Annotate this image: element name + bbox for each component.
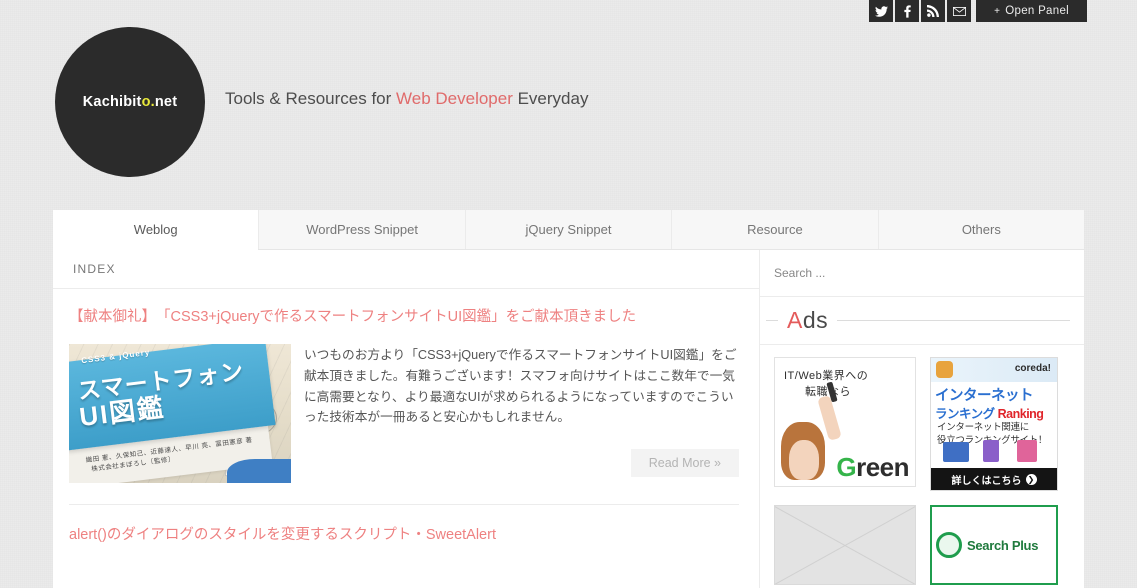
ads-rule-right [837,320,1070,321]
facebook-icon[interactable] [895,0,920,22]
coreda-badge-icon [936,361,953,378]
coreda-phone-icon [983,440,999,462]
logo-post: net [154,94,178,110]
ads-grid: IT/Web業界への 転職なら Green coreda! インターネット ラン… [760,345,1084,585]
open-panel-button[interactable]: + Open Panel [976,0,1087,22]
tagline-post: Everyday [512,89,589,108]
ads-rule-left [766,320,778,321]
mail-icon[interactable] [947,0,972,22]
breadcrumb-label: INDEX [73,262,116,276]
green-ad-face [789,440,819,480]
article-title-link[interactable]: alert()のダイアログのスタイルを変更するスクリプト・SweetAlert [69,525,739,545]
site-logo[interactable]: Kachibito.net [55,27,205,177]
article-title-link[interactable]: 【献本御礼】 「CSS3+jQueryで作るスマートフォンサイトUI図鑑」をご献… [69,307,739,327]
search-plus-circle-icon [936,532,962,558]
coreda-cta-bar[interactable]: 詳しくはこちら ❯ [931,468,1057,490]
ads-section-header: Ads [760,297,1084,345]
article-row: CSS3 & jQuery スマートフォン UI図鑑 織田 憲、久保知己、近藤達… [69,344,739,484]
coreda-brand: coreda! [1014,363,1051,374]
main-wrapper: Weblog WordPress Snippet jQuery Snippet … [53,210,1085,588]
tab-others[interactable]: Others [877,210,1085,249]
green-ad-logo: Green [836,452,909,483]
logo-pre: Kachibit [82,94,142,110]
body-area: INDEX 【献本御礼】 「CSS3+jQueryで作るスマートフォンサイトUI… [53,250,1084,588]
coreda-tablet-icon [1017,440,1037,462]
ad-search-plus-banner[interactable]: Search Plus [930,505,1058,585]
tab-jquery-snippet[interactable]: jQuery Snippet [464,210,672,249]
tab-jquery-snippet-label: jQuery Snippet [525,222,612,237]
site-tagline: Tools & Resources for Web Developer Ever… [225,89,588,109]
coreda-laptop-icon [943,442,969,462]
article-thumbnail[interactable]: CSS3 & jQuery スマートフォン UI図鑑 織田 憲、久保知己、近藤達… [69,344,291,484]
logo-text: Kachibito.net [83,94,177,110]
ads-title-rest: ds [802,307,829,333]
coreda-line2-en: Ranking [997,407,1044,421]
logo-accent: o. [141,94,155,110]
thumbnail-blue-object [227,459,291,484]
green-ad-logo-rest: reen [856,452,909,482]
ad-coreda-banner[interactable]: coreda! インターネット ランキング Ranking インターネット関連に… [930,357,1058,491]
tab-wordpress-snippet-label: WordPress Snippet [306,222,418,237]
tab-others-label: Others [961,222,1001,237]
coreda-line1: インターネット [935,388,1034,404]
coreda-cta-label: 詳しくはこちら [951,475,1022,487]
ad-green-banner[interactable]: IT/Web業界への 転職なら Green [774,357,916,487]
tagline-pre: Tools & Resources for [225,89,397,108]
coreda-line2: ランキング Ranking [935,403,1044,422]
tab-wordpress-snippet[interactable]: WordPress Snippet [258,210,465,249]
twitter-icon[interactable] [869,0,894,22]
article-item: alert()のダイアログのスタイルを変更するスクリプト・SweetAlert [53,505,759,545]
tagline-highlight: Web Developer [396,89,513,108]
search-box [760,250,1084,297]
ads-title-first: A [787,307,803,333]
breadcrumb: INDEX [53,250,759,289]
tab-weblog-label: Weblog [133,222,178,237]
content-column: INDEX 【献本御礼】 「CSS3+jQueryで作るスマートフォンサイトUI… [53,250,760,588]
coreda-line2-jp: ランキング [935,407,995,421]
ad-placeholder-banner[interactable] [774,505,916,585]
tab-resource-label: Resource [747,222,803,237]
open-panel-label: Open Panel [1005,5,1069,17]
plus-icon: + [994,5,1001,17]
top-social-bar: + Open Panel [869,0,1137,22]
search-plus-label: Search Plus [967,537,1039,553]
site-header: Kachibito.net Tools & Resources for Web … [0,27,1137,212]
green-ad-line1: IT/Web業界への [784,370,869,382]
article-item: 【献本御礼】 「CSS3+jQueryで作るスマートフォンサイトUI図鑑」をご献… [53,289,759,506]
rss-icon[interactable] [921,0,946,22]
search-input[interactable] [774,266,1053,280]
sidebar: Ads IT/Web業界への 転職なら Green coreda! [760,250,1084,588]
green-ad-logo-g: G [836,452,857,482]
ads-title: Ads [787,307,828,334]
tab-resource[interactable]: Resource [671,210,878,249]
main-navigation: Weblog WordPress Snippet jQuery Snippet … [53,210,1085,250]
chevron-right-icon: ❯ [1025,473,1037,485]
read-more-button[interactable]: Read More » [630,449,739,478]
tab-weblog[interactable]: Weblog [53,210,259,250]
